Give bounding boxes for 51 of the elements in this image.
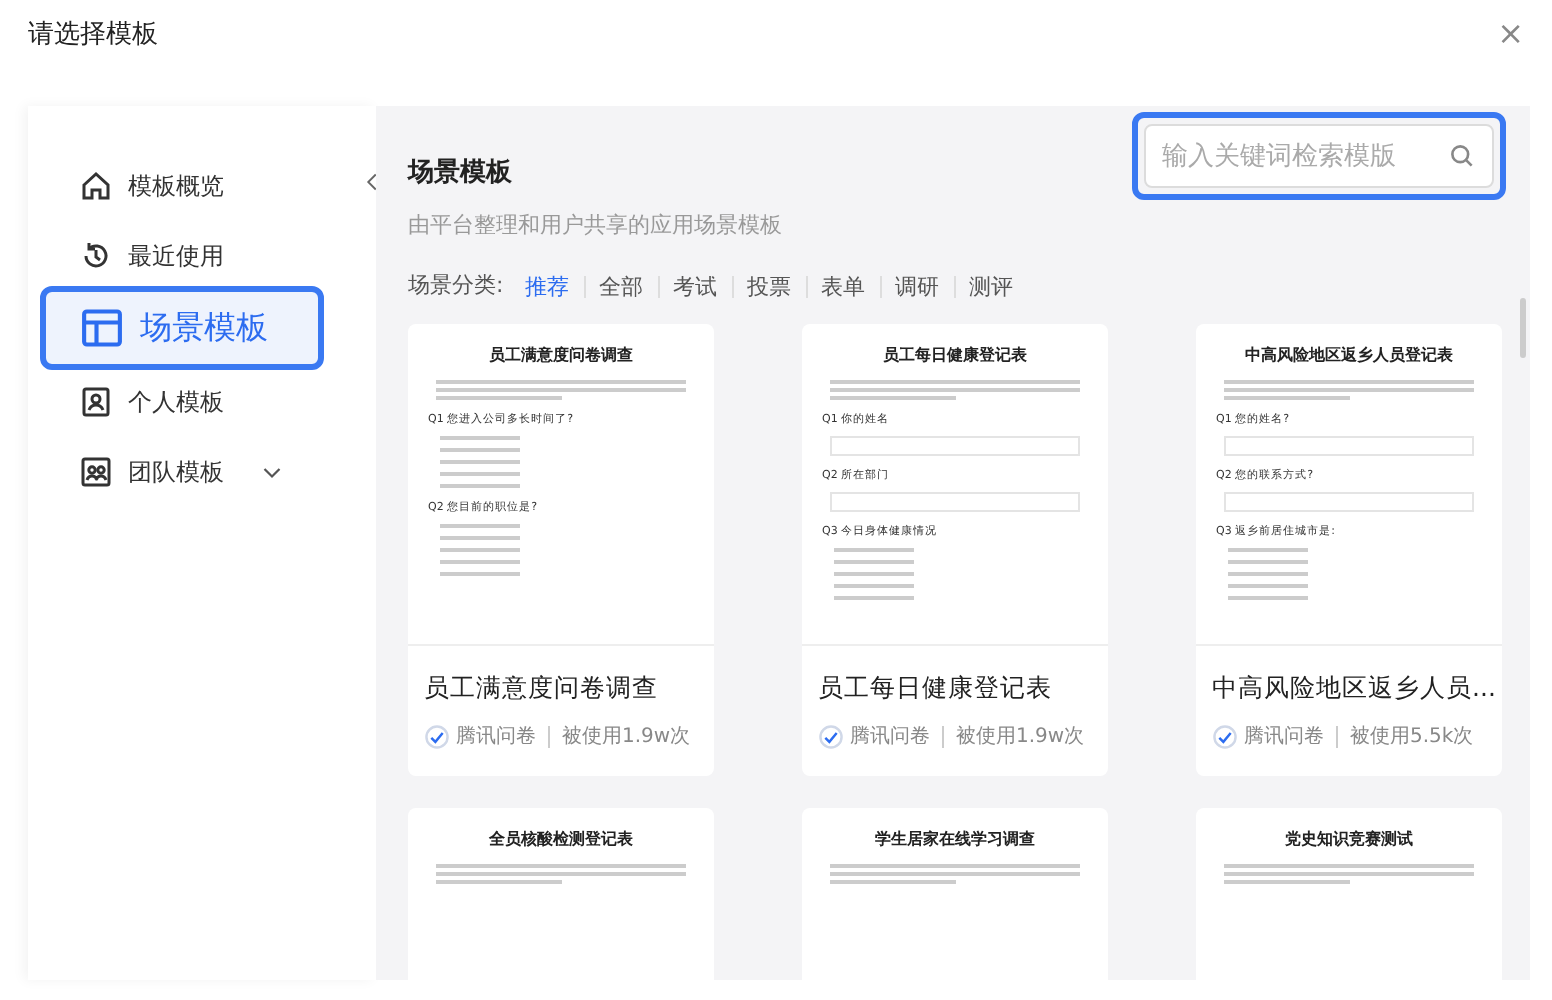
template-source: 腾讯问卷 — [850, 723, 930, 753]
template-card[interactable]: 全员核酸检测登记表 — [408, 808, 714, 980]
preview-title: 党史知识竞赛测试 — [1283, 828, 1415, 853]
category-tab[interactable]: 考试 — [657, 275, 732, 298]
template-card[interactable]: 党史知识竞赛测试 — [1196, 808, 1502, 980]
category-tab[interactable]: 测评 — [953, 275, 1028, 298]
sidebar-item[interactable]: 场景模板 — [44, 290, 320, 366]
sidebar-item[interactable]: 模板概览 — [28, 150, 344, 220]
template-source: 腾讯问卷 — [456, 723, 536, 753]
preview-title: 员工满意度问卷调查 — [487, 343, 635, 367]
preview-title: 全员核酸检测登记表 — [487, 828, 635, 853]
history-icon — [80, 239, 112, 271]
category-tab[interactable]: 调研 — [879, 275, 954, 298]
category-tab[interactable]: 推荐 — [511, 275, 584, 298]
layout-icon — [80, 306, 124, 350]
template-source: 腾讯问卷 — [1244, 723, 1324, 753]
sidebar-item[interactable]: 最近使用 — [28, 220, 344, 290]
usage-count: 被使用5.5k次 — [1350, 723, 1474, 753]
check-logo-icon — [1212, 724, 1238, 751]
preview-options-drawing — [1228, 548, 1308, 601]
check-logo-icon — [424, 724, 450, 751]
section-title: 场景模板 — [408, 156, 514, 192]
category-label: 场景分类: — [408, 270, 504, 302]
usage-count: 被使用1.9w次 — [956, 723, 1085, 753]
category-tab[interactable]: 全部 — [583, 275, 658, 298]
preview-title: 学生居家在线学习调查 — [873, 828, 1037, 853]
chevron-left-icon — [362, 169, 382, 194]
template-card[interactable]: 学生居家在线学习调查 — [802, 808, 1108, 980]
preview-options-drawing — [834, 548, 914, 601]
sidebar-item[interactable]: 个人模板 — [28, 366, 344, 436]
dialog-title: 请选择模板 — [28, 18, 158, 54]
category-tab[interactable]: 表单 — [805, 275, 880, 298]
sidebar-item[interactable]: 团队模板 — [28, 436, 344, 506]
template-title: 员工满意度问卷调查 — [422, 669, 660, 705]
team-icon — [80, 455, 112, 487]
check-logo-icon — [818, 724, 844, 751]
usage-count: 被使用1.9w次 — [562, 723, 691, 753]
home-icon — [80, 169, 112, 201]
user-card-icon — [80, 385, 112, 417]
preview-title: 员工每日健康登记表 — [881, 343, 1029, 367]
preview-title: 中高风险地区返乡人员登记表 — [1243, 343, 1455, 367]
template-title: 中高风险地区返乡人员... — [1210, 669, 1498, 705]
preview-options-drawing — [440, 435, 520, 488]
close-button[interactable]: × — [1497, 16, 1524, 52]
search-icon — [1448, 142, 1476, 170]
section-subtitle: 由平台整理和用户共享的应用场景模板 — [408, 209, 782, 241]
template-title: 员工每日健康登记表 — [816, 669, 1054, 705]
category-tab[interactable]: 投票 — [731, 275, 806, 298]
search-field[interactable]: 输入关键词检索模版 — [1144, 124, 1494, 188]
preview-options-drawing — [440, 524, 520, 576]
scrollbar-thumb[interactable] — [1520, 298, 1526, 358]
